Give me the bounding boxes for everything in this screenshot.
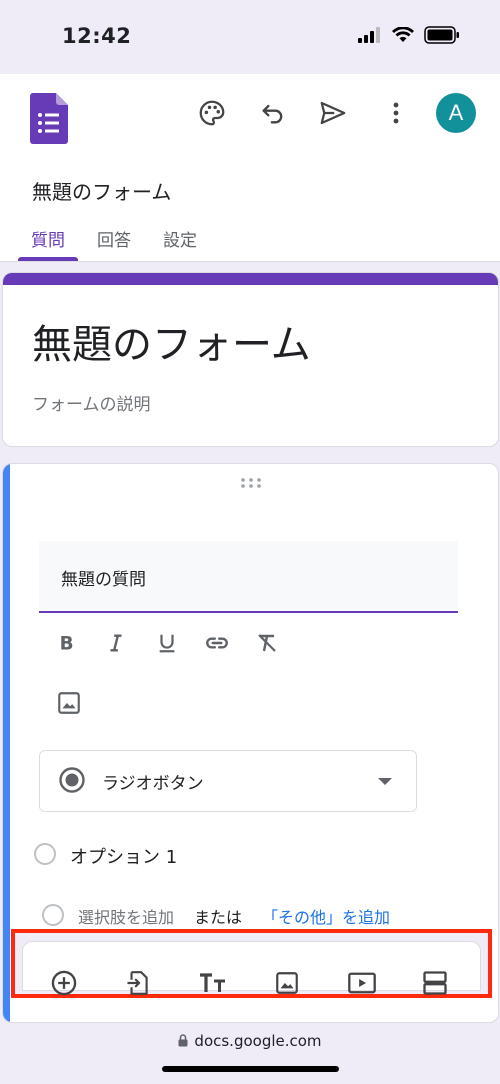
add-image-toolbar-icon[interactable] bbox=[272, 968, 302, 998]
clear-formatting-icon[interactable] bbox=[253, 629, 281, 657]
question-title-text: 無題の質問 bbox=[61, 570, 146, 590]
battery-icon bbox=[424, 26, 460, 48]
palette-icon[interactable] bbox=[195, 96, 229, 130]
more-vert-icon[interactable] bbox=[379, 96, 413, 130]
add-other-link[interactable]: 「その他」を追加 bbox=[262, 904, 390, 928]
signal-icon bbox=[358, 27, 382, 47]
add-option-radio-icon bbox=[42, 904, 64, 926]
google-forms-logo-icon[interactable] bbox=[30, 93, 68, 148]
status-time: 12:42 bbox=[62, 24, 132, 48]
option-1-input[interactable]: オプション 1 bbox=[70, 843, 177, 869]
form-description-field[interactable]: フォームの説明 bbox=[32, 390, 151, 415]
add-title-icon[interactable] bbox=[198, 968, 228, 998]
avatar[interactable]: A bbox=[436, 93, 476, 133]
tab-questions[interactable]: 質問 bbox=[31, 226, 65, 251]
add-choice-button[interactable]: 選択肢を追加 bbox=[78, 904, 174, 928]
url-display[interactable]: docs.google.com bbox=[0, 1032, 500, 1051]
form-title[interactable]: 無題のフォーム bbox=[32, 312, 311, 370]
home-indicator[interactable] bbox=[162, 1066, 339, 1072]
app-header bbox=[0, 74, 500, 262]
undo-icon[interactable] bbox=[256, 96, 290, 130]
add-section-icon[interactable] bbox=[420, 968, 450, 998]
radio-checked-icon bbox=[58, 766, 86, 798]
tab-responses[interactable]: 回答 bbox=[97, 226, 131, 251]
question-type-select[interactable] bbox=[39, 750, 417, 812]
add-image-icon[interactable] bbox=[56, 690, 82, 720]
add-video-icon[interactable] bbox=[347, 968, 377, 998]
url-text: docs.google.com bbox=[194, 1032, 322, 1050]
tab-settings[interactable]: 設定 bbox=[163, 226, 197, 251]
question-type-label: ラジオボタン bbox=[102, 774, 204, 794]
add-question-icon[interactable] bbox=[49, 968, 79, 998]
drag-handle-icon[interactable] bbox=[240, 474, 262, 493]
or-text: または bbox=[194, 908, 243, 927]
dropdown-caret-icon bbox=[378, 778, 392, 785]
status-icons bbox=[358, 26, 460, 48]
bold-icon[interactable]: B bbox=[52, 629, 80, 657]
wifi-icon bbox=[392, 26, 414, 47]
send-icon[interactable] bbox=[316, 96, 350, 130]
form-name: 無題のフォーム bbox=[32, 180, 172, 204]
lock-icon bbox=[178, 1033, 188, 1051]
import-questions-icon[interactable] bbox=[123, 968, 153, 998]
link-icon[interactable] bbox=[203, 629, 231, 657]
bottom-toolbar bbox=[22, 941, 481, 991]
header-divider bbox=[0, 261, 500, 262]
option-radio-icon bbox=[34, 843, 56, 865]
underline-icon[interactable] bbox=[153, 629, 181, 657]
svg-text:B: B bbox=[60, 633, 74, 654]
italic-icon[interactable] bbox=[102, 629, 130, 657]
